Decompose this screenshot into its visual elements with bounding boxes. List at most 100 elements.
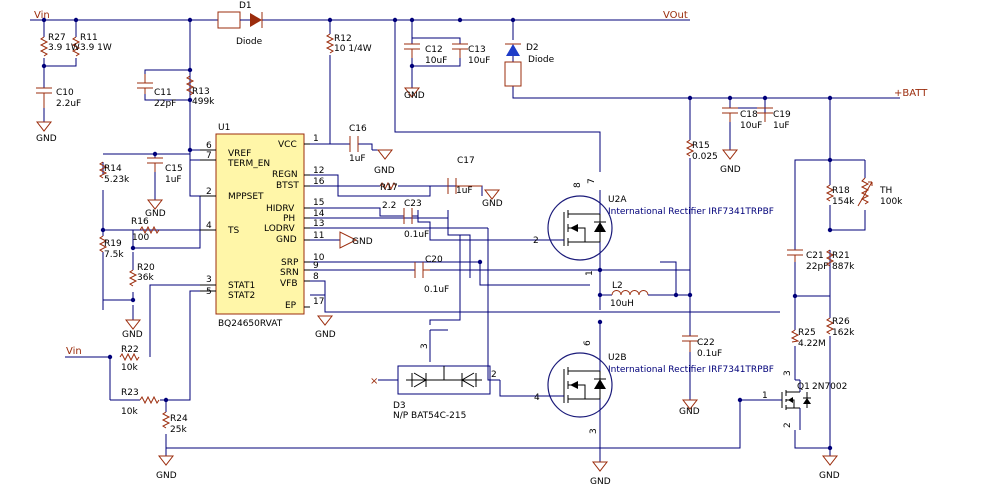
- pin-btst: BTST: [276, 181, 299, 191]
- svg-text:C16: C16: [349, 124, 367, 134]
- svg-text:0.1uF: 0.1uF: [404, 230, 429, 240]
- svg-text:C23: C23: [404, 199, 422, 209]
- gnd-c18: GND: [720, 149, 741, 175]
- svg-text:100: 100: [132, 233, 149, 243]
- svg-text:GND: GND: [819, 471, 840, 481]
- u1-ref: U1: [218, 123, 230, 133]
- svg-text:R14: R14: [104, 164, 122, 174]
- svg-text:13: 13: [313, 219, 324, 229]
- svg-text:GND: GND: [36, 134, 57, 144]
- d2-diode[interactable]: D2 Diode: [504, 43, 555, 87]
- svg-text:2: 2: [206, 187, 212, 197]
- svg-text:17: 17: [313, 297, 324, 307]
- svg-text:8: 8: [313, 272, 319, 282]
- pin-ph: PH: [283, 214, 295, 224]
- svg-text:GND: GND: [156, 471, 177, 481]
- svg-text:GND: GND: [590, 477, 611, 487]
- pin-srn: SRN: [280, 268, 299, 278]
- d2-value: Diode: [528, 55, 555, 65]
- net-batt: +BATT: [894, 88, 928, 99]
- svg-text:3.9 1W: 3.9 1W: [80, 43, 112, 53]
- svg-text:25k: 25k: [170, 425, 187, 435]
- svg-text:R12: R12: [334, 34, 352, 44]
- pin-mppset: MPPSET: [228, 192, 264, 202]
- svg-text:0.1uF: 0.1uF: [697, 349, 722, 359]
- svg-text:11: 11: [313, 231, 324, 241]
- wires: [30, 19, 900, 462]
- l2-inductor[interactable]: L2 10uH: [610, 281, 650, 309]
- c12-body: [404, 43, 420, 58]
- gnd-r24: GND: [156, 455, 177, 481]
- u2a-mosfet[interactable]: U2A International Rectifier IRF7341TRPBF…: [533, 178, 774, 276]
- svg-text:R26: R26: [832, 317, 850, 327]
- net-vin-left: Vin: [66, 346, 82, 357]
- c16-body: [349, 136, 359, 152]
- svg-text:4.22M: 4.22M: [798, 339, 826, 349]
- svg-text:2.2uF: 2.2uF: [56, 99, 81, 109]
- pin-stat1: STAT1: [228, 281, 255, 291]
- svg-text:10uF: 10uF: [425, 56, 447, 66]
- svg-text:22pF: 22pF: [154, 99, 176, 109]
- svg-text:C11: C11: [154, 88, 172, 98]
- svg-text:C20: C20: [425, 255, 443, 265]
- svg-text:R22: R22: [121, 345, 139, 355]
- svg-text:C21: C21: [806, 251, 824, 261]
- svg-text:R15: R15: [692, 141, 710, 151]
- net-vout: VOut: [663, 10, 688, 21]
- svg-text:36k: 36k: [137, 273, 154, 283]
- u1-ic[interactable]: U1 BQ24650RVAT 6 7 2 4 3 5 VREF TERM_EN …: [200, 123, 325, 329]
- svg-text:10k: 10k: [121, 407, 138, 417]
- svg-text:GND: GND: [720, 165, 741, 175]
- svg-text:GND: GND: [374, 166, 395, 176]
- pin-srp: SRP: [281, 258, 299, 268]
- pin-hidrv: HIDRV: [266, 204, 295, 214]
- svg-text:R17: R17: [380, 183, 398, 193]
- pin-regn: REGN: [272, 170, 298, 180]
- u2b-mosfet[interactable]: U2B International Rectifier IRF7341TRPBF…: [534, 340, 774, 434]
- svg-text:1: 1: [313, 134, 319, 144]
- svg-text:GND: GND: [679, 407, 700, 417]
- svg-text:2: 2: [783, 422, 793, 428]
- d1-diode[interactable]: D1 Diode: [217, 1, 264, 47]
- svg-text:2: 2: [491, 370, 497, 380]
- svg-text:2: 2: [533, 236, 539, 246]
- svg-text:GND: GND: [482, 199, 503, 209]
- svg-text:15: 15: [313, 198, 324, 208]
- d3-dual-diode[interactable]: × D3 N/P BAT54C-215 3 2: [370, 343, 497, 421]
- gnd-u1: GND: [339, 231, 373, 249]
- svg-text:16: 16: [313, 177, 325, 187]
- svg-text:10uF: 10uF: [740, 121, 762, 131]
- svg-text:3: 3: [420, 343, 430, 349]
- svg-text:GND: GND: [122, 330, 143, 340]
- d1-value: Diode: [236, 37, 263, 47]
- svg-text:4: 4: [206, 221, 212, 231]
- svg-text:154k: 154k: [832, 197, 855, 207]
- svg-text:0.1uF: 0.1uF: [424, 285, 449, 295]
- l2-value: 10uH: [610, 299, 634, 309]
- pin-ep: EP: [285, 301, 297, 311]
- u2b-ref: U2B: [608, 353, 627, 363]
- pin-term-en: TERM_EN: [227, 159, 270, 169]
- c13-body: [452, 43, 468, 58]
- svg-text:1: 1: [762, 391, 768, 401]
- svg-text:R18: R18: [832, 186, 850, 196]
- svg-text:10uF: 10uF: [468, 56, 490, 66]
- svg-text:1uF: 1uF: [349, 154, 366, 164]
- u2b-value: International Rectifier IRF7341TRPBF: [608, 365, 774, 375]
- gnd-q1: GND: [819, 455, 840, 481]
- q1-value: 2N7002: [812, 382, 847, 392]
- svg-text:162k: 162k: [832, 328, 855, 338]
- svg-text:499k: 499k: [192, 97, 215, 107]
- d1-ref: D1: [239, 1, 252, 11]
- svg-text:1uF: 1uF: [456, 186, 473, 196]
- d3-value: N/P BAT54C-215: [393, 411, 466, 421]
- junctions: [41, 17, 833, 451]
- gnd-c10: GND: [35, 121, 57, 144]
- svg-text:3.9 1W: 3.9 1W: [48, 43, 80, 53]
- net-vin-top: Vin: [34, 10, 50, 21]
- schematic-canvas: Vin VOut +BATT Vin GND GND GND GND GND G…: [30, 1, 928, 487]
- svg-text:7: 7: [206, 151, 212, 161]
- svg-text:9: 9: [313, 261, 319, 271]
- pin-vfb: VFB: [280, 279, 298, 289]
- svg-text:14: 14: [313, 209, 325, 219]
